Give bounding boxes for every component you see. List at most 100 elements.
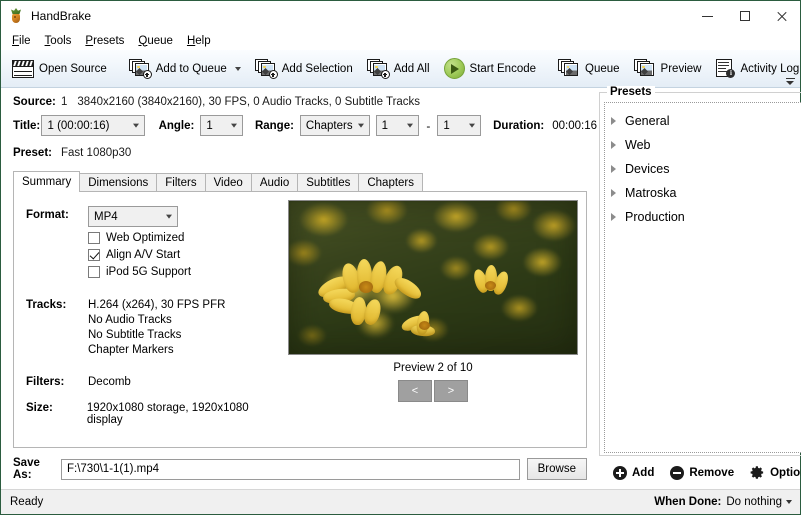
queue-icon [558, 59, 580, 78]
preview-prev-button[interactable]: < [398, 380, 432, 402]
track-item: No Audio Tracks [88, 314, 172, 326]
track-item: No Subtitle Tracks [88, 329, 182, 341]
align-av-start-label: Align A/V Start [106, 249, 181, 261]
source-row: Source: 1 3840x2160 (3840x2160), 30 FPS,… [13, 96, 597, 108]
start-encode-button[interactable]: Start Encode [437, 53, 543, 85]
chevron-down-icon [230, 123, 237, 128]
when-done-value: Do nothing [726, 496, 782, 508]
tab-summary-label: Summary [22, 176, 72, 188]
preset-actions: Add Remove Options [599, 456, 801, 487]
chevron-down-icon [357, 123, 364, 128]
add-selection-label: Add Selection [281, 62, 353, 75]
align-av-start-checkbox[interactable] [88, 249, 100, 261]
preset-category-label: General [625, 114, 670, 128]
when-done-group: When Done: Do nothing [654, 496, 792, 508]
size-row: Size: 1920x1080 storage, 1920x1080 displ… [26, 399, 284, 426]
ipod-5g-support-checkbox[interactable] [88, 266, 100, 278]
web-optimized-checkbox[interactable] [88, 232, 100, 244]
preset-category-general[interactable]: General [605, 109, 801, 133]
preset-category-web[interactable]: Web [605, 133, 801, 157]
browse-button[interactable]: Browse [526, 458, 587, 480]
menu-file[interactable]: File [5, 33, 38, 49]
gear-icon [750, 465, 765, 480]
filters-row: Filters: Decomb [26, 373, 284, 388]
add-to-queue-button[interactable]: Add to Queue [122, 53, 248, 85]
chevron-down-icon[interactable] [234, 66, 241, 71]
maximize-button[interactable] [726, 1, 763, 31]
expand-triangle-icon[interactable] [611, 189, 616, 197]
preview-next-button[interactable]: > [434, 380, 468, 402]
tab-summary[interactable]: Summary [13, 171, 81, 192]
title-select[interactable]: 1 (00:00:16) [41, 115, 145, 136]
add-all-label: Add All [393, 62, 430, 75]
presets-pane: Presets General Web Devices Matroska Pro… [597, 86, 801, 489]
tab-filters[interactable]: Filters [156, 173, 206, 192]
add-all-button[interactable]: Add All [360, 53, 437, 85]
summary-left-column: Format: MP4 Web Optimized Align A/V Star… [14, 192, 284, 447]
chapter-end-select[interactable]: 1 [437, 115, 482, 136]
tab-subtitles[interactable]: Subtitles [297, 173, 360, 192]
menu-tools[interactable]: Tools [38, 33, 79, 49]
ipod-5g-support-row[interactable]: iPod 5G Support [88, 266, 284, 278]
open-source-label: Open Source [39, 62, 107, 75]
expand-triangle-icon[interactable] [611, 117, 616, 125]
angle-label: Angle: [158, 119, 195, 132]
tab-subtitles-label: Subtitles [306, 177, 351, 189]
chapter-start-select[interactable]: 1 [375, 115, 420, 136]
duration-value: 00:00:16 [552, 119, 597, 132]
summary-right-column: Preview 2 of 10 < > [284, 192, 586, 447]
filters-label: Filters: [26, 376, 65, 388]
add-selection-button[interactable]: Add Selection [248, 53, 360, 85]
menu-help-rest: elp [195, 34, 211, 47]
status-bar: Ready When Done: Do nothing [1, 489, 800, 514]
minimize-button[interactable] [689, 1, 726, 31]
menu-help[interactable]: Help [180, 33, 218, 49]
save-as-input[interactable] [61, 458, 520, 480]
range-select[interactable]: Chapters [299, 115, 370, 136]
presets-tree[interactable]: General Web Devices Matroska Production [604, 102, 801, 453]
tab-audio[interactable]: Audio [250, 173, 299, 192]
when-done-select[interactable]: Do nothing [726, 496, 792, 508]
tab-chapters[interactable]: Chapters [358, 173, 424, 192]
preview-label: Preview [660, 62, 702, 75]
activity-log-icon: i [715, 59, 736, 78]
close-button[interactable] [763, 1, 800, 31]
queue-button[interactable]: Queue [551, 53, 627, 85]
add-preset-button[interactable]: Add [607, 463, 660, 483]
remove-preset-button[interactable]: Remove [664, 463, 740, 483]
menu-presets[interactable]: Presets [78, 33, 131, 49]
preview-icon [633, 59, 656, 78]
preset-category-devices[interactable]: Devices [605, 157, 801, 181]
preset-options-button[interactable]: Options [744, 462, 801, 483]
open-source-button[interactable]: Open Source [5, 53, 114, 85]
presets-group: Presets General Web Devices Matroska Pro… [599, 86, 801, 456]
tab-video[interactable]: Video [204, 173, 252, 192]
preset-label: Preset: [13, 147, 52, 159]
toolbar-overflow-button[interactable] [784, 71, 796, 85]
menu-tools-rest: ools [50, 34, 72, 47]
web-optimized-row[interactable]: Web Optimized [88, 232, 284, 244]
menu-file-rest: ile [19, 34, 31, 47]
preview-button[interactable]: Preview [627, 53, 709, 85]
start-encode-label: Start Encode [469, 62, 537, 75]
angle-select[interactable]: 1 [200, 115, 243, 136]
tab-dimensions[interactable]: Dimensions [79, 173, 158, 192]
chevron-down-icon [469, 123, 476, 128]
chevron-down-icon [132, 123, 139, 128]
play-icon [443, 58, 465, 79]
format-select[interactable]: MP4 [88, 206, 178, 227]
preset-category-matroska[interactable]: Matroska [605, 181, 801, 205]
tab-dimensions-label: Dimensions [88, 177, 149, 189]
preset-category-production[interactable]: Production [605, 205, 801, 229]
range-label: Range: [254, 119, 294, 132]
expand-triangle-icon[interactable] [611, 165, 616, 173]
tab-filters-label: Filters [165, 177, 197, 189]
preview-image [288, 200, 578, 355]
range-separator: - [426, 118, 431, 133]
align-av-start-row[interactable]: Align A/V Start [88, 249, 284, 261]
menu-queue[interactable]: Queue [131, 33, 180, 49]
expand-triangle-icon[interactable] [611, 141, 616, 149]
expand-triangle-icon[interactable] [611, 213, 616, 221]
menu-queue-rest: ueue [147, 34, 173, 47]
tracks-row: Tracks: H.264 (x264), 30 FPS PFR No Audi… [26, 296, 284, 358]
